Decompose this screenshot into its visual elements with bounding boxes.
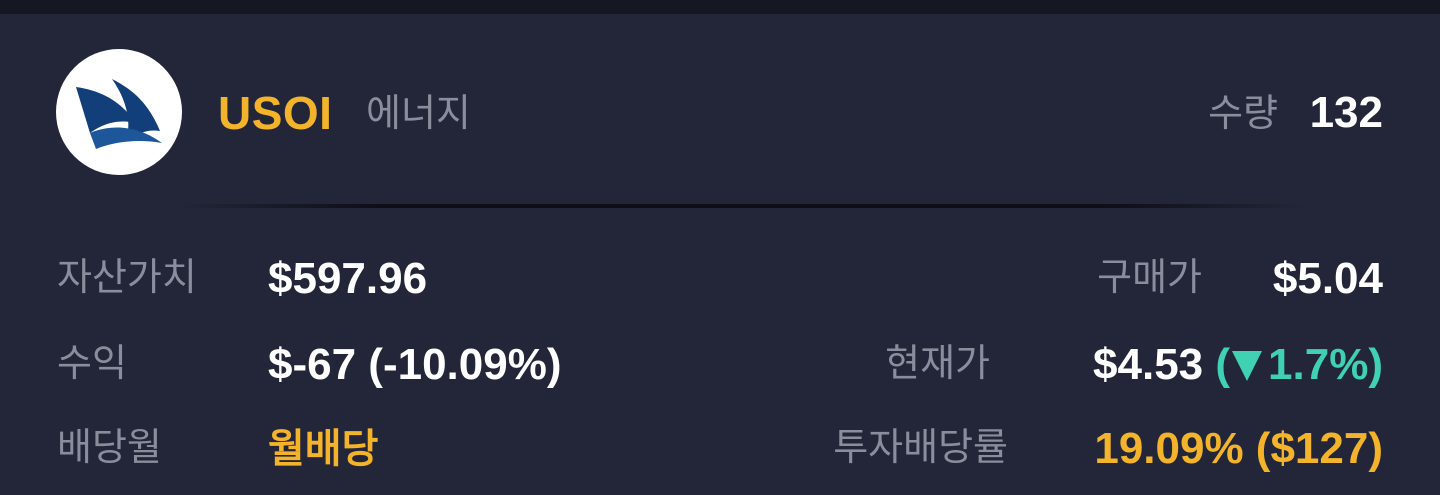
price-change-value: 1.7%) (1268, 340, 1383, 389)
current-price-row: $4.53 (1.7%) (1093, 338, 1383, 392)
profit-value: $-67 (-10.09%) (268, 340, 562, 389)
sector-label: 에너지 (366, 91, 471, 135)
dividend-month-label: 배당월 (57, 425, 162, 469)
price-change-open: ( (1215, 340, 1231, 389)
top-strip (0, 0, 1440, 14)
triangle-down-icon (1232, 351, 1263, 381)
current-price-value: $4.53 (1093, 340, 1204, 389)
yield-value: 19.09% ($127) (1094, 424, 1383, 473)
quantity-value: 132 (1309, 88, 1383, 137)
purchase-price-value: $5.04 (1272, 254, 1383, 303)
sail-logo-icon (56, 49, 182, 175)
yield-label: 투자배당률 (833, 425, 1008, 469)
dividend-month-value: 월배당 (268, 426, 379, 472)
quantity-label: 수량 (1208, 91, 1278, 135)
divider (176, 204, 1306, 208)
asset-value: $597.96 (268, 254, 428, 303)
ticker-symbol[interactable]: USOI (218, 86, 332, 140)
price-change: (1.7%) (1215, 340, 1383, 389)
profit-label: 수익 (57, 341, 127, 385)
holding-card[interactable]: USOI 에너지 수량 132 자산가치 $597.96 수익 $-67 (-1… (0, 14, 1440, 495)
current-price-label: 현재가 (885, 341, 990, 385)
purchase-price-label: 구매가 (1097, 255, 1202, 299)
asset-value-label: 자산가치 (57, 255, 197, 299)
